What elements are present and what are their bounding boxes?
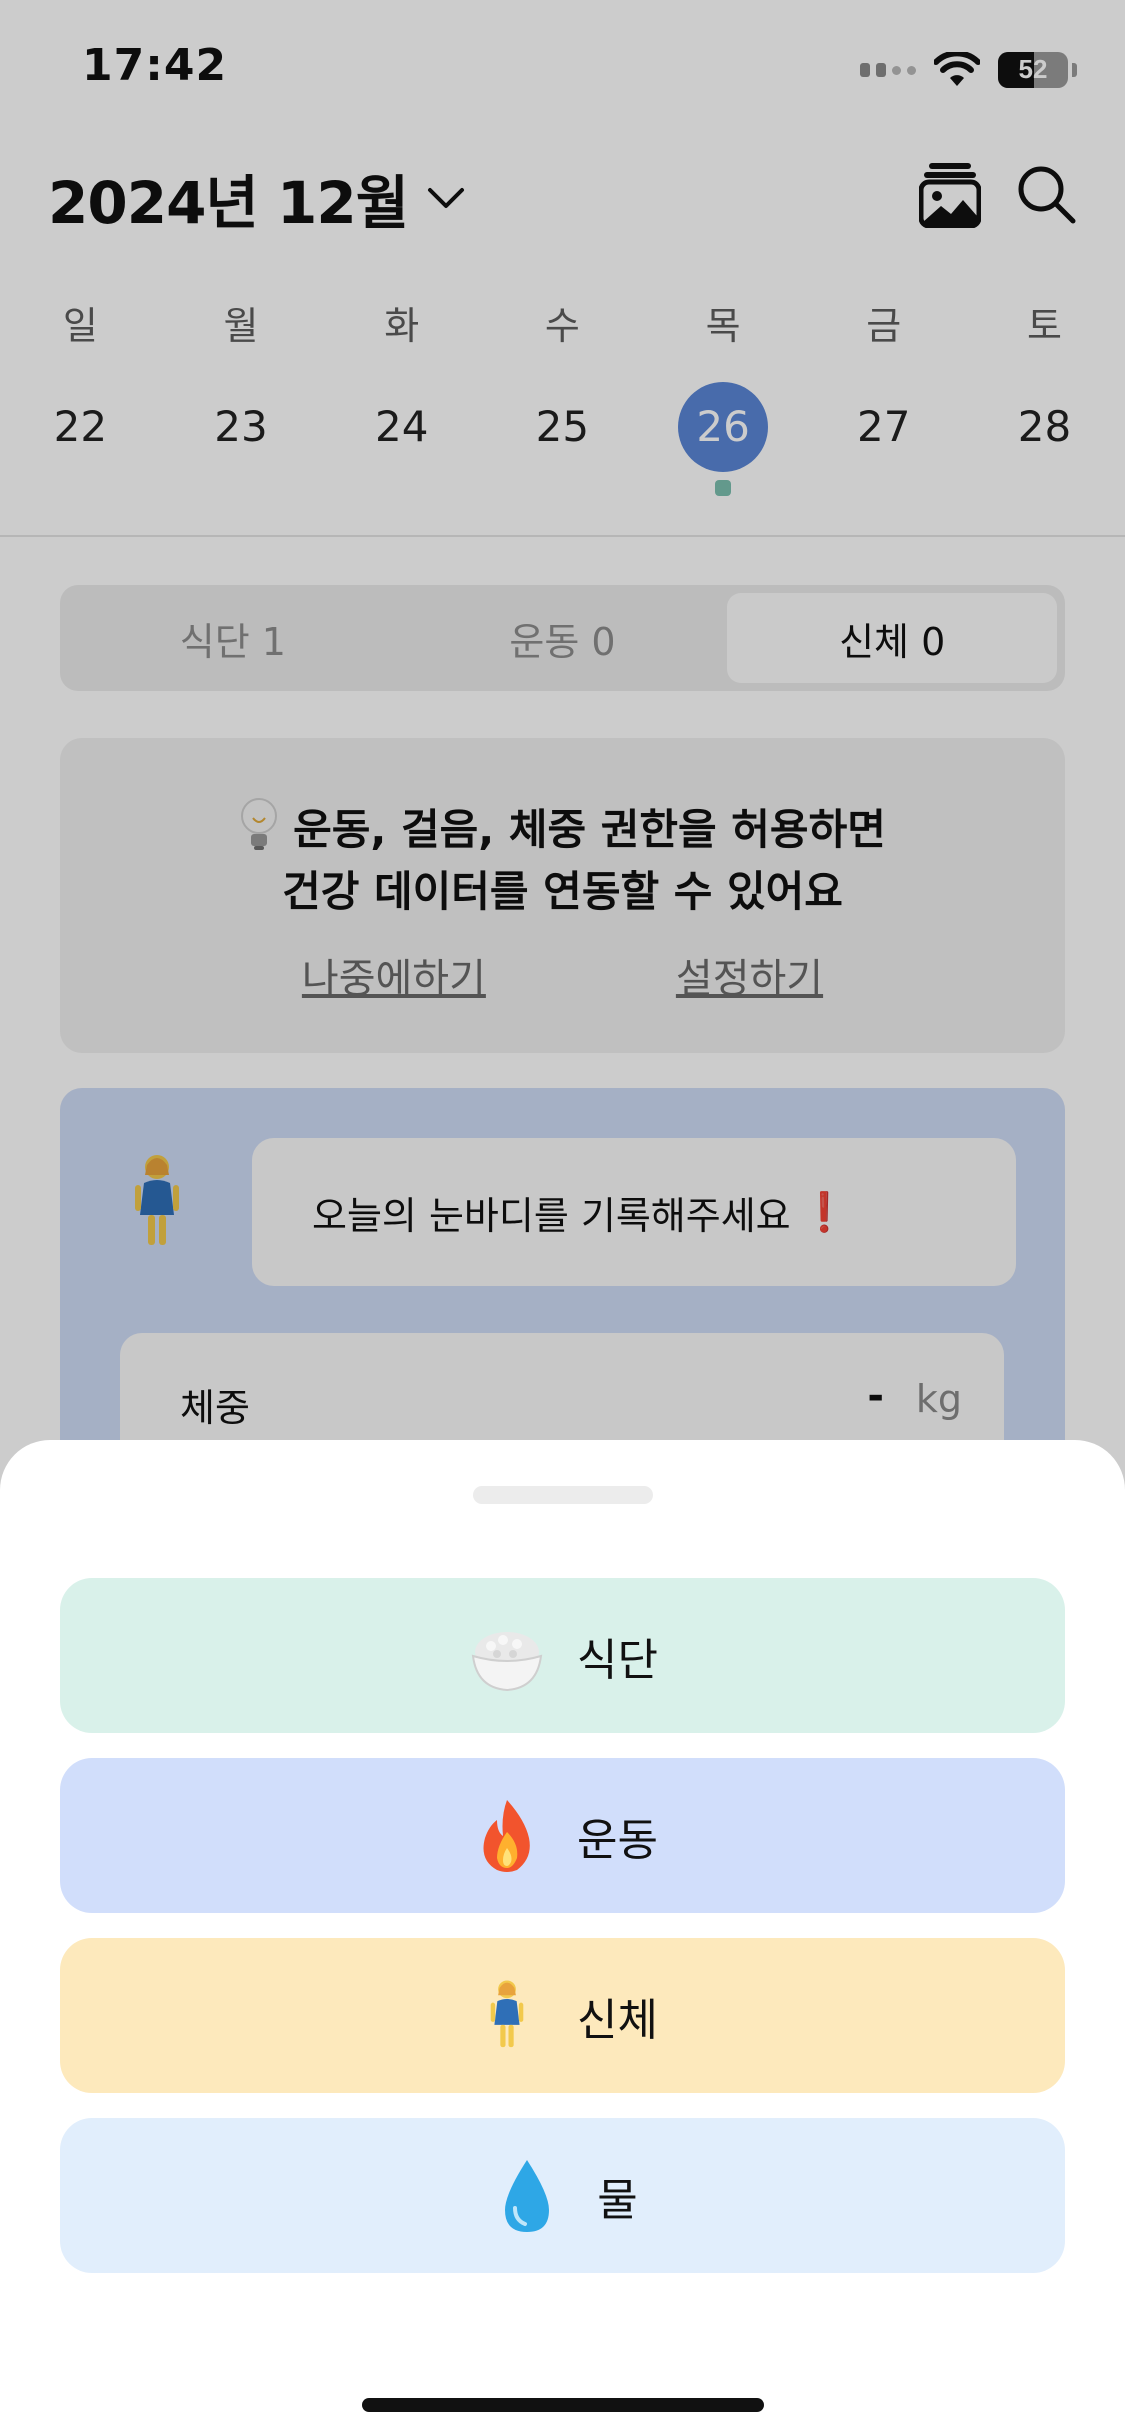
exercise-option-button[interactable]: 운동 — [60, 1758, 1065, 1913]
sheet-grabber[interactable] — [473, 1486, 653, 1504]
body-option-button[interactable]: 신체 — [60, 1938, 1065, 2093]
home-indicator[interactable] — [362, 2398, 764, 2412]
woman-standing-icon — [467, 1976, 547, 2056]
meal-option-label: 식단 — [577, 1634, 658, 1686]
water-option-button[interactable]: 물 — [60, 2118, 1065, 2273]
add-record-sheet: 식단 운동 신체 물 — [0, 1440, 1125, 2436]
exercise-option-label: 운동 — [577, 1814, 658, 1866]
fire-icon — [467, 1796, 547, 1876]
body-option-label: 신체 — [577, 1994, 658, 2046]
meal-option-button[interactable]: 식단 — [60, 1578, 1065, 1733]
water-option-label: 물 — [597, 2174, 638, 2226]
rice-bowl-icon — [467, 1616, 547, 1696]
water-drop-icon — [487, 2156, 567, 2236]
